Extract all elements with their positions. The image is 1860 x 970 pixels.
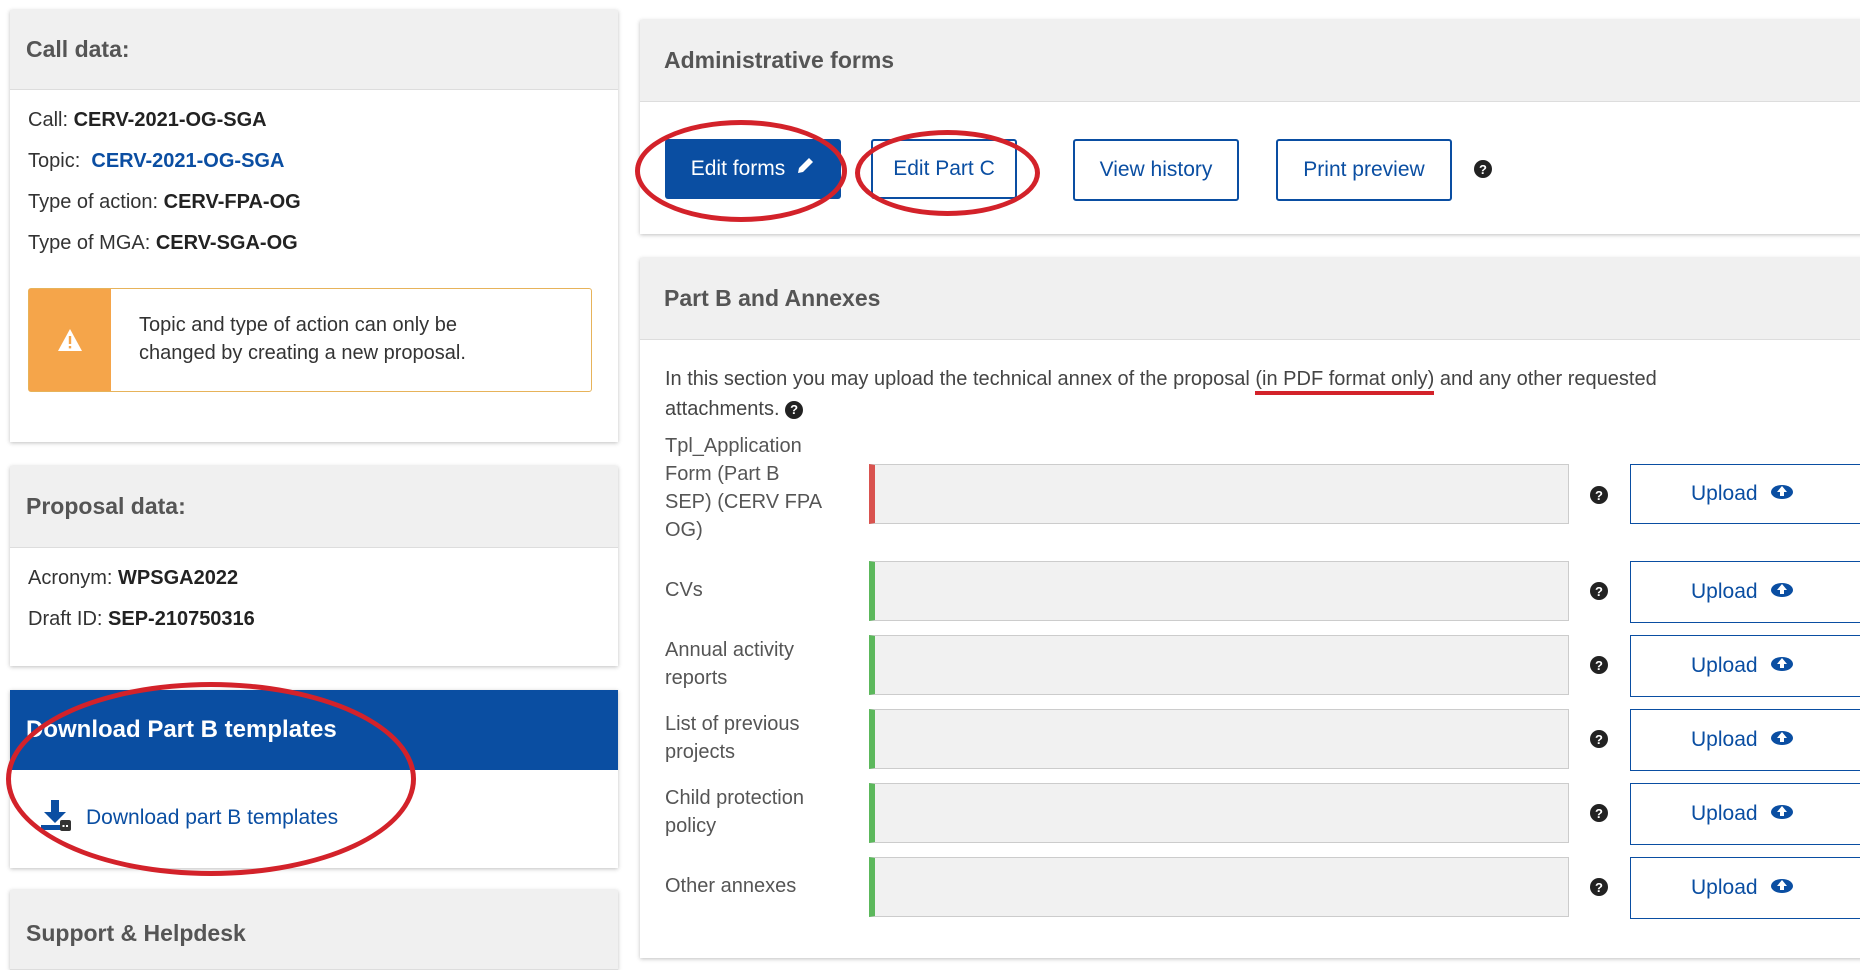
warning-text: Topic and type of action can only be cha…	[139, 314, 466, 364]
upload-button-other-annexes[interactable]: Upload	[1630, 857, 1860, 919]
question-icon[interactable]: ?	[1590, 878, 1608, 896]
part-b-title: Part B and Annexes	[640, 258, 1860, 340]
download-icon	[38, 798, 72, 838]
annex-label-application-form: Tpl_Application Form (Part B SEP) (CERV …	[665, 435, 821, 541]
warning-icon	[29, 289, 111, 391]
support-panel: Support & Helpdesk	[10, 890, 618, 970]
download-templates-link[interactable]: Download part B templates	[10, 770, 618, 838]
question-icon[interactable]: ?	[1474, 160, 1492, 178]
question-icon[interactable]: ?	[785, 400, 804, 419]
pencil-icon	[795, 156, 815, 182]
cloud-upload-icon	[1770, 728, 1794, 752]
annex-field-other-annexes	[869, 857, 1569, 917]
upload-button-cvs[interactable]: Upload	[1630, 561, 1860, 623]
edit-forms-button[interactable]: Edit forms	[665, 139, 841, 199]
question-icon[interactable]: ?	[1590, 582, 1608, 600]
annex-label-annual-reports: Annual activity reports	[665, 639, 794, 689]
proposal-data-fields: Acronym: WPSGA2022 Draft ID: SEP-2107503…	[10, 548, 618, 640]
administrative-forms-panel: Administrative forms	[640, 20, 1860, 234]
question-icon[interactable]: ?	[1590, 486, 1608, 504]
cloud-upload-icon	[1770, 654, 1794, 678]
topic-row: Topic: CERV-2021-OG-SGA	[28, 150, 285, 172]
pdf-format-note: (in PDF format only)	[1255, 368, 1435, 395]
download-panel-title: Download Part B templates	[10, 690, 618, 770]
cloud-upload-icon	[1770, 580, 1794, 604]
support-panel-title: Support & Helpdesk	[10, 890, 618, 970]
topic-link[interactable]: CERV-2021-OG-SGA	[91, 150, 284, 172]
call-data-fields: Call: CERV-2021-OG-SGA Topic: CERV-2021-…	[10, 90, 618, 264]
question-icon[interactable]: ?	[1590, 804, 1608, 822]
acronym-row: Acronym: WPSGA2022	[28, 567, 239, 589]
upload-button-child-protection[interactable]: Upload	[1630, 783, 1860, 845]
question-icon[interactable]: ?	[1590, 730, 1608, 748]
print-preview-button[interactable]: Print preview	[1276, 139, 1452, 201]
upload-button-annual-reports[interactable]: Upload	[1630, 635, 1860, 697]
edit-part-c-button[interactable]: Edit Part C	[871, 139, 1017, 199]
cloud-upload-icon	[1770, 482, 1794, 506]
draft-id-row: Draft ID: SEP-210750316	[28, 608, 255, 630]
call-data-title: Call data:	[10, 10, 618, 90]
annex-label-child-protection: Child protection policy	[665, 787, 804, 837]
type-of-action-row: Type of action: CERV-FPA-OG	[28, 191, 301, 213]
proposal-data-panel: Proposal data: Acronym: WPSGA2022 Draft …	[10, 466, 618, 666]
upload-button-application-form[interactable]: Upload	[1630, 464, 1860, 524]
proposal-data-title: Proposal data:	[10, 466, 618, 548]
question-icon[interactable]: ?	[1590, 656, 1608, 674]
cloud-upload-icon	[1770, 876, 1794, 900]
call-row: Call: CERV-2021-OG-SGA	[28, 109, 267, 131]
annex-field-application-form	[869, 464, 1569, 524]
view-history-button[interactable]: View history	[1073, 139, 1239, 201]
annex-label-other-annexes: Other annexes	[665, 875, 797, 897]
call-value: CERV-2021-OG-SGA	[73, 109, 267, 131]
upload-button-previous-projects[interactable]: Upload	[1630, 709, 1860, 771]
annex-field-annual-reports	[869, 635, 1569, 695]
part-b-intro: In this section you may upload the techn…	[665, 368, 1657, 420]
annex-label-previous-projects: List of previous projects	[665, 713, 800, 763]
warning-box: Topic and type of action can only be cha…	[28, 288, 592, 392]
administrative-forms-title: Administrative forms	[640, 20, 1860, 102]
annex-field-cvs	[869, 561, 1569, 621]
annex-field-child-protection	[869, 783, 1569, 843]
annex-field-previous-projects	[869, 709, 1569, 769]
annex-label-cvs: CVs	[665, 579, 703, 601]
cloud-upload-icon	[1770, 802, 1794, 826]
type-of-mga-row: Type of MGA: CERV-SGA-OG	[28, 232, 298, 254]
download-panel: Download Part B templates Download part …	[10, 690, 618, 868]
